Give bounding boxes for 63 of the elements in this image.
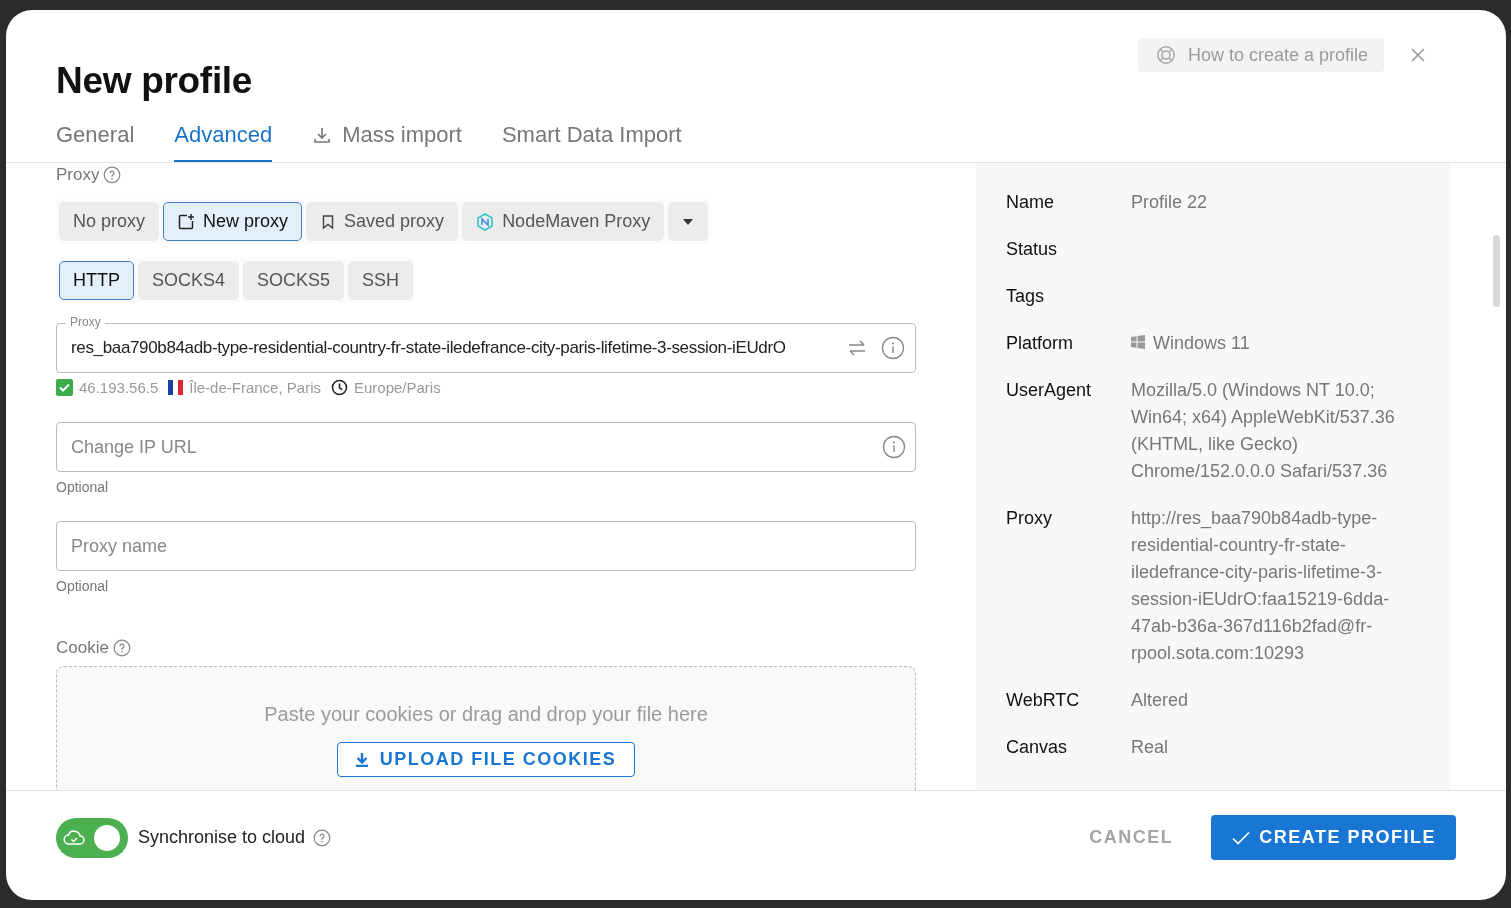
protocol-button[interactable]: HTTP	[59, 261, 134, 300]
proxy-source-button[interactable]: Saved proxy	[306, 202, 459, 241]
download-icon	[312, 125, 333, 145]
summary-key: UserAgent	[1006, 377, 1131, 485]
toggle-switch[interactable]	[56, 817, 128, 858]
close-icon[interactable]	[1410, 47, 1426, 63]
summary-value: Real	[1131, 736, 1169, 759]
location-text: Île-de-France, Paris	[189, 379, 321, 396]
protocol-button[interactable]: SSH	[348, 261, 414, 300]
sync-label: Synchronise to cloud	[138, 827, 306, 848]
info-icon[interactable]	[881, 336, 905, 360]
hexagon-logo-icon	[476, 212, 495, 231]
section-label: Proxy	[56, 165, 100, 185]
cloud-check-icon	[62, 827, 86, 848]
lifebuoy-icon	[1155, 45, 1176, 65]
dialog-title: New profile	[56, 60, 253, 102]
summary-value: Windows 11	[1153, 332, 1250, 355]
drop-hint: Paste your cookies or drag and drop your file here	[264, 703, 708, 726]
dropdown-button[interactable]	[668, 202, 709, 241]
summary-value: Profile 22	[1131, 191, 1208, 214]
proxy-source-button[interactable]: New proxy	[163, 202, 303, 241]
tab[interactable]: General	[56, 116, 135, 162]
swap-icon[interactable]	[847, 339, 867, 357]
scrollbar[interactable]	[1493, 235, 1500, 307]
proxy-source-button[interactable]: NodeMaven Proxy	[462, 202, 665, 241]
proxy-name-field[interactable]: Proxy name	[56, 521, 916, 571]
helper-text: Optional	[56, 479, 110, 495]
helper-text: Optional	[56, 578, 110, 594]
summary-key: Name	[1006, 189, 1131, 216]
windows-icon	[1131, 335, 1145, 349]
help-icon[interactable]	[103, 166, 122, 184]
proxy-source-button[interactable]: No proxy	[59, 202, 160, 241]
caret-icon	[683, 218, 694, 225]
summary-value: Altered	[1131, 689, 1189, 712]
summary-value: http://res_baa790b84adb-type-residential-country-fr-state-iledefrance-city-paris-lifetime-3-session-iEUdrO:faa15219-6dda-47ab-b36a-367d116b2fad@fr-rpool.sota.com:10293	[1131, 507, 1391, 665]
summary-key: WebRTC	[1006, 687, 1131, 714]
tab[interactable]: Mass import	[312, 116, 462, 162]
field-label: Proxy	[66, 315, 105, 330]
flag-icon	[168, 380, 184, 395]
section-label: Cookie	[56, 638, 109, 658]
summary-key: Status	[1006, 236, 1131, 263]
summary-key: Platform	[1006, 330, 1131, 357]
protocol-button[interactable]: SOCKS5	[243, 261, 345, 300]
download-icon	[355, 752, 368, 767]
check-icon	[1231, 829, 1252, 846]
clock-icon	[330, 379, 348, 396]
help-icon[interactable]	[112, 639, 131, 657]
summary-value: Mozilla/5.0 (Windows NT 10.0; Win64; x64) AppleWebKit/537.36 (KHTML, like Gecko) Chrome/152.0.0.0 Safari/537.36	[1131, 379, 1396, 483]
tab[interactable]: Advanced	[174, 116, 273, 162]
info-icon[interactable]	[882, 435, 906, 459]
protocol-button[interactable]: SOCKS4	[138, 261, 240, 300]
create-profile-button[interactable]: CREATE PROFILE	[1211, 815, 1456, 860]
timezone-text: Europe/Paris	[353, 379, 441, 396]
summary-key: Canvas	[1006, 734, 1131, 761]
summary-key: Tags	[1006, 283, 1131, 310]
proxy-value: res_baa790b84adb-type-residential-country-fr-state-iledefrance-city-paris-lifetime-3-session-iEUdrO	[71, 338, 787, 358]
help-icon[interactable]	[313, 828, 332, 847]
change-ip-url-field[interactable]: Change IP URL	[56, 422, 916, 472]
cookie-drop-zone[interactable]: Paste your cookies or drag and drop your file here UPLOAD FILE COOKIES	[56, 666, 916, 790]
summary-key: Proxy	[1006, 505, 1131, 667]
upload-button[interactable]: UPLOAD FILE COOKIES	[336, 742, 636, 777]
ip-address: 46.193.56.5	[79, 379, 159, 396]
tab[interactable]: Smart Data Import	[501, 116, 682, 162]
